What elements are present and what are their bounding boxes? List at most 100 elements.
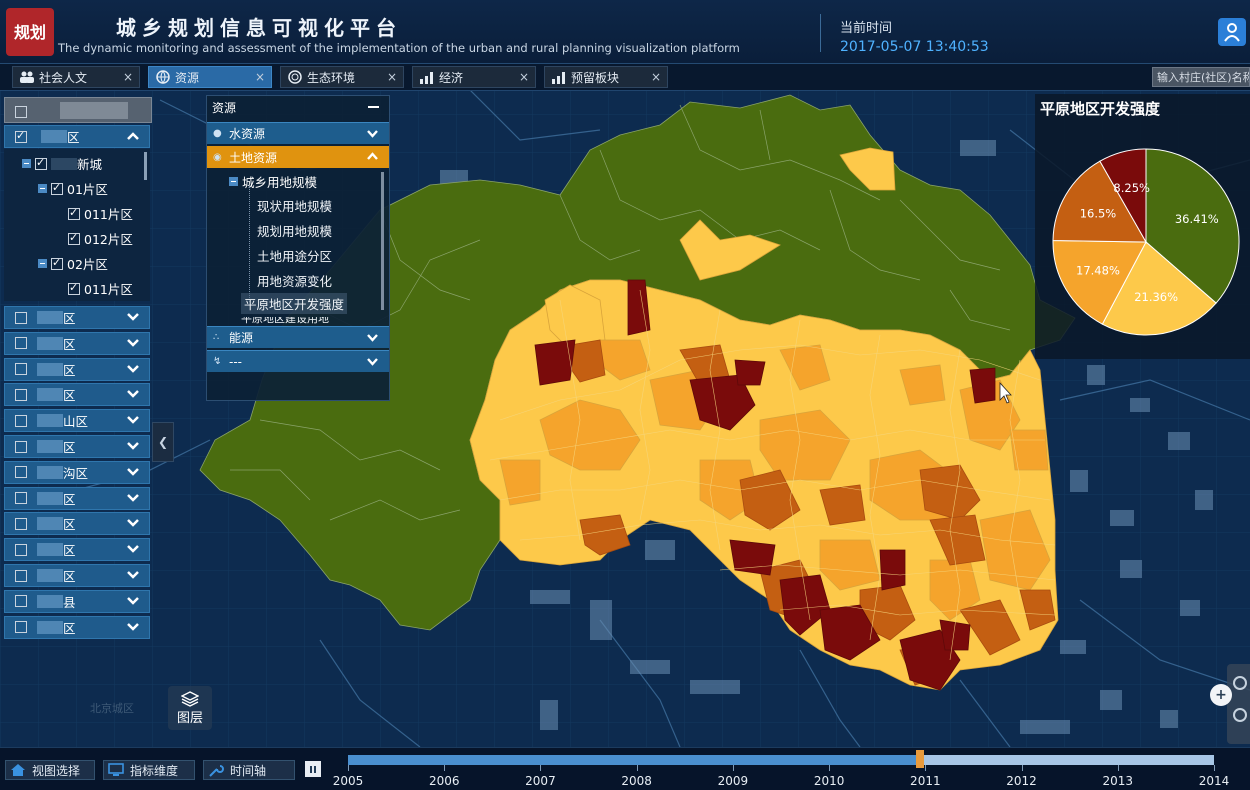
district-checkbox[interactable] xyxy=(15,466,27,479)
chevron-down-icon[interactable] xyxy=(126,543,140,555)
chevron-down-icon[interactable] xyxy=(126,337,140,349)
timeline-year-label[interactable]: 2014 xyxy=(1199,774,1230,788)
tab-social[interactable]: 社会人文 × xyxy=(12,66,140,88)
select-all-checkbox[interactable] xyxy=(15,105,27,118)
close-icon[interactable]: × xyxy=(519,70,529,84)
land-item-planned[interactable]: 规划用地规模 xyxy=(257,221,332,240)
district-row[interactable]: 区 xyxy=(4,331,150,355)
district-checkbox[interactable] xyxy=(15,337,27,350)
tab-resources[interactable]: 资源 × xyxy=(148,66,272,88)
pause-button[interactable] xyxy=(305,761,321,777)
pie-chart[interactable]: 36.41% 21.36% 17.48% 16.5% 8.25% xyxy=(1035,94,1250,359)
chevron-down-icon[interactable] xyxy=(126,311,140,323)
pan-control-button[interactable]: + xyxy=(1210,684,1232,706)
close-icon[interactable]: × xyxy=(651,70,661,84)
district-checkbox[interactable] xyxy=(15,440,27,453)
district-checkbox[interactable] xyxy=(15,129,27,143)
collapse-icon[interactable] xyxy=(38,259,47,268)
district-row[interactable]: 区 xyxy=(4,512,150,536)
district-row[interactable]: 县 xyxy=(4,589,150,613)
district-checkbox[interactable] xyxy=(15,388,27,401)
collapse-icon[interactable] xyxy=(38,184,47,193)
timeline-year-label[interactable]: 2009 xyxy=(718,774,749,788)
chevron-down-icon[interactable] xyxy=(366,356,379,367)
district-select-all[interactable] xyxy=(4,97,152,123)
tree-node-zone-011[interactable]: 011片区 xyxy=(68,204,133,223)
district-row[interactable]: 山区 xyxy=(4,409,150,433)
timeline-button[interactable]: 时间轴 xyxy=(203,760,295,780)
zoom-out-icon[interactable] xyxy=(1233,708,1247,722)
district-checkbox[interactable] xyxy=(15,492,27,505)
timeline-handle[interactable] xyxy=(915,750,924,768)
tree-checkbox[interactable] xyxy=(35,156,47,170)
district-row[interactable]: 区 xyxy=(4,615,150,639)
tree-node-zone-021[interactable]: 011片区 xyxy=(68,279,133,298)
user-button[interactable] xyxy=(1218,18,1246,46)
chevron-down-icon[interactable] xyxy=(126,466,140,478)
chevron-down-icon[interactable] xyxy=(126,414,140,426)
district-checkbox[interactable] xyxy=(15,543,27,556)
district-row-expanded[interactable]: 区 xyxy=(4,125,150,148)
layers-button[interactable]: 图层 xyxy=(168,686,212,730)
category-energy[interactable]: ∴ 能源 xyxy=(207,326,389,348)
district-checkbox[interactable] xyxy=(15,569,27,582)
tree-node-zone-01[interactable]: 01片区 xyxy=(38,179,108,198)
tree-checkbox[interactable] xyxy=(68,281,80,295)
tree-node-zone-02[interactable]: 02片区 xyxy=(38,254,108,273)
land-item-current[interactable]: 现状用地规模 xyxy=(257,196,332,215)
timeline-year-label[interactable]: 2007 xyxy=(525,774,556,788)
category-land[interactable]: ◉ 土地资源 xyxy=(207,146,389,168)
view-select-button[interactable]: 视图选择 xyxy=(5,760,95,780)
district-row[interactable]: 沟区 xyxy=(4,460,150,484)
close-icon[interactable]: × xyxy=(387,70,397,84)
category-water[interactable]: ● 水资源 xyxy=(207,122,389,144)
district-row[interactable]: 区 xyxy=(4,306,150,329)
category-other[interactable]: ↯ --- xyxy=(207,350,389,372)
timeline-year-label[interactable]: 2012 xyxy=(1006,774,1037,788)
tab-ecology[interactable]: 生态环境 × xyxy=(280,66,404,88)
tree-checkbox[interactable] xyxy=(51,181,63,195)
chevron-up-icon[interactable] xyxy=(366,151,379,162)
chevron-up-icon[interactable] xyxy=(126,130,140,142)
village-search-input[interactable] xyxy=(1152,67,1250,87)
district-checkbox[interactable] xyxy=(15,621,27,634)
close-icon[interactable]: × xyxy=(255,70,265,84)
land-item-zoning[interactable]: 土地用途分区 xyxy=(257,246,332,265)
district-checkbox[interactable] xyxy=(15,363,27,376)
minimize-icon[interactable] xyxy=(368,106,379,108)
chevron-down-icon[interactable] xyxy=(126,517,140,529)
collapse-icon[interactable] xyxy=(229,177,238,186)
district-checkbox[interactable] xyxy=(15,414,27,427)
tab-economy[interactable]: 经济 × xyxy=(412,66,536,88)
close-icon[interactable]: × xyxy=(123,70,133,84)
chevron-down-icon[interactable] xyxy=(366,332,379,343)
indicator-button[interactable]: 指标维度 xyxy=(103,760,195,780)
tree-checkbox[interactable] xyxy=(68,231,80,245)
resource-scrollbar[interactable] xyxy=(381,172,384,310)
chevron-down-icon[interactable] xyxy=(126,595,140,607)
timeline-year-label[interactable]: 2011 xyxy=(910,774,941,788)
land-item-cut[interactable]: 平原地区建设用地 xyxy=(241,317,329,325)
zoom-in-icon[interactable] xyxy=(1233,676,1247,690)
tree-node-zone-012[interactable]: 012片区 xyxy=(68,229,133,248)
chevron-down-icon[interactable] xyxy=(126,440,140,452)
chevron-down-icon[interactable] xyxy=(126,388,140,400)
district-row[interactable]: 区 xyxy=(4,538,150,562)
district-row[interactable]: 区 xyxy=(4,564,150,587)
tree-node-new-city[interactable]: 新城 xyxy=(22,154,102,173)
chevron-down-icon[interactable] xyxy=(126,621,140,633)
tree-checkbox[interactable] xyxy=(68,206,80,220)
district-row[interactable]: 区 xyxy=(4,383,150,407)
district-checkbox[interactable] xyxy=(15,595,27,608)
district-row[interactable]: 区 xyxy=(4,357,150,381)
timeline-year-label[interactable]: 2005 xyxy=(333,774,364,788)
tab-reserved[interactable]: 预留板块 × xyxy=(544,66,668,88)
land-item-change[interactable]: 用地资源变化 xyxy=(257,271,332,290)
tree-scrollbar[interactable] xyxy=(144,152,147,180)
collapse-panel-button[interactable]: ❮ xyxy=(152,422,174,462)
land-group[interactable]: 城乡用地规模 xyxy=(229,172,317,191)
collapse-icon[interactable] xyxy=(22,159,31,168)
timeline-year-label[interactable]: 2013 xyxy=(1102,774,1133,788)
chevron-down-icon[interactable] xyxy=(126,492,140,504)
zoom-control[interactable] xyxy=(1227,664,1250,744)
